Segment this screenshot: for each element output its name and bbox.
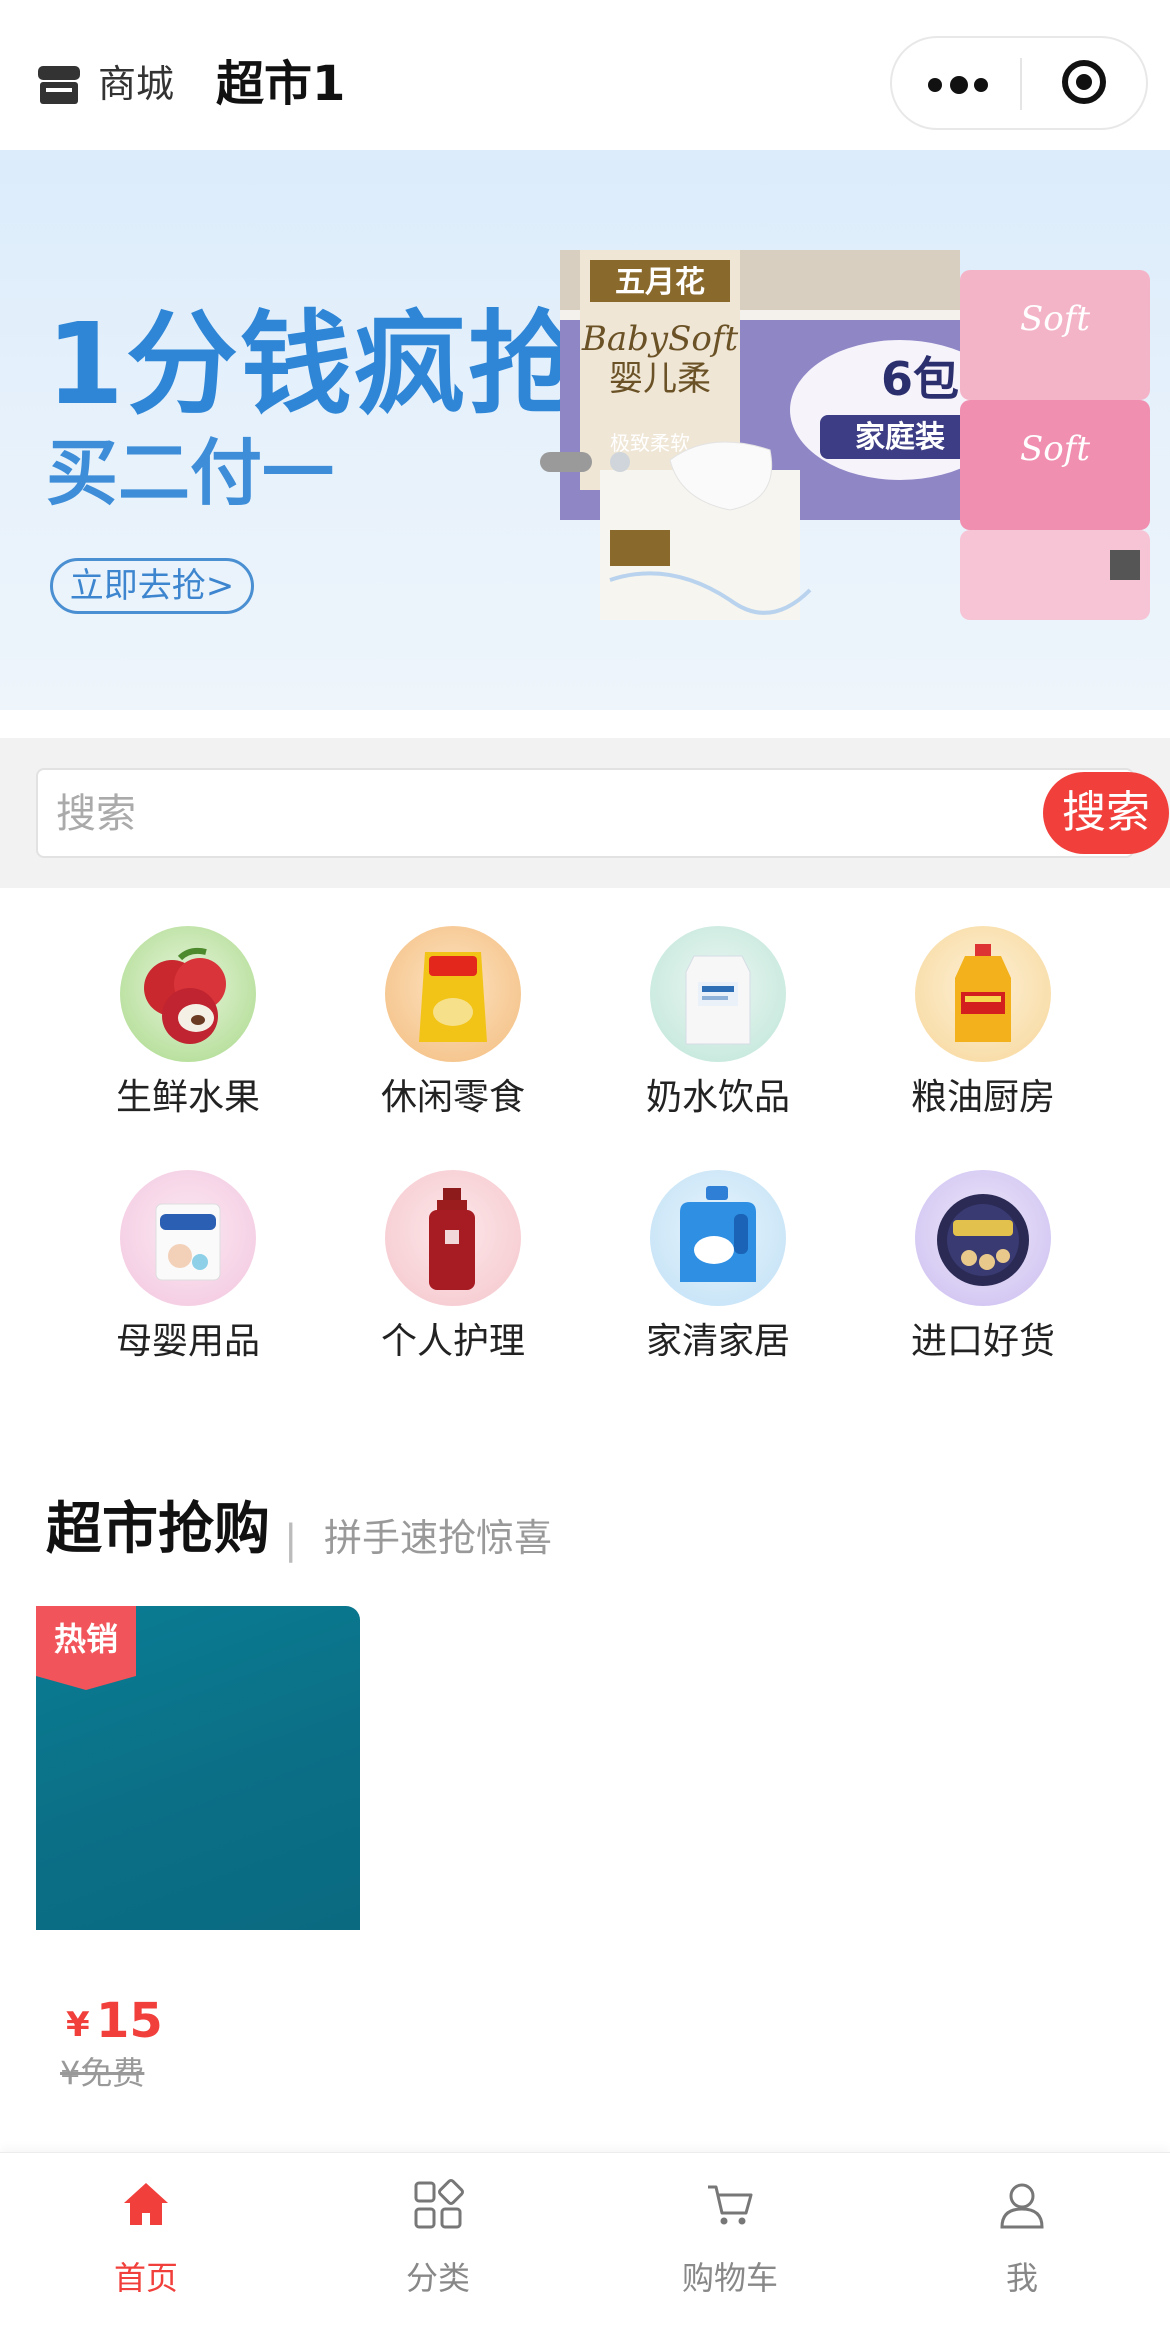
section-title: 超市抢购 — [46, 1497, 270, 1562]
more-dots-icon — [928, 78, 942, 92]
tab-cart[interactable]: 购物车 — [584, 2153, 876, 2331]
oil-bottle-icon — [915, 926, 1051, 1062]
milk-icon — [650, 926, 786, 1062]
category-grid-icon — [414, 2179, 464, 2229]
original-price: ¥免费 — [60, 2054, 145, 2092]
category-personal-care[interactable]: 个人护理 — [333, 1170, 573, 1390]
page-title: 超市1 — [216, 56, 346, 112]
tab-home[interactable]: 首页 — [0, 2153, 292, 2331]
tab-label: 购物车 — [681, 2259, 778, 2297]
pink-brand-1: Soft — [1020, 299, 1090, 339]
category-grain-oil[interactable]: 粮油厨房 — [863, 926, 1103, 1146]
product-price: 15 — [96, 1993, 163, 2049]
home-icon — [124, 2183, 168, 2225]
promo-banner[interactable]: 1分钱疯抢 买二付一 立即去抢> 五月花 BabySoft 婴儿柔 极致柔软 6… — [0, 150, 1170, 710]
cart-icon — [708, 2185, 753, 2225]
banner-cta-button[interactable]: 立即去抢> — [50, 558, 254, 614]
price-currency: ¥ — [66, 2005, 90, 2045]
tissue-product-image: 五月花 BabySoft 婴儿柔 极致柔软 6包 家庭装 Soft Soft — [560, 250, 1150, 620]
carousel-dot-active[interactable] — [540, 452, 592, 472]
tab-category[interactable]: 分类 — [292, 2153, 584, 2331]
search-section: 搜索 — [0, 738, 1170, 888]
category-imported-goods[interactable]: 进口好货 — [863, 1170, 1103, 1390]
category-label: 母婴用品 — [115, 1321, 260, 1362]
pink-brand-2: Soft — [1020, 429, 1090, 469]
category-fresh-fruit[interactable]: 生鲜水果 — [68, 926, 308, 1146]
product-pack: 6包 — [881, 352, 959, 406]
category-label: 休闲零食 — [380, 1077, 525, 1118]
category-label: 家清家居 — [645, 1321, 790, 1362]
product-pack-type: 家庭装 — [855, 420, 945, 455]
search-button[interactable]: 搜索 — [1043, 772, 1169, 854]
tab-label: 首页 — [113, 2259, 178, 2297]
bottom-tab-bar: 首页 分类 购物车 我 — [0, 2152, 1170, 2331]
diaper-icon — [120, 1170, 256, 1306]
mini-program-capsule — [890, 36, 1148, 130]
carousel-dot[interactable] — [610, 452, 630, 472]
product-brand: 五月花 — [615, 265, 705, 300]
shop-label[interactable]: 商城 — [98, 58, 174, 110]
product-series-cn: 婴儿柔 — [609, 359, 711, 399]
shampoo-icon — [385, 1170, 521, 1306]
tab-label: 我 — [1005, 2259, 1038, 2297]
category-label: 奶水饮品 — [645, 1077, 790, 1118]
search-input[interactable] — [54, 780, 1018, 848]
detergent-icon — [650, 1170, 786, 1306]
section-subtitle: 拼手速抢惊喜 — [324, 1516, 553, 1560]
category-snacks[interactable]: 休闲零食 — [333, 926, 573, 1146]
user-icon — [1000, 2183, 1044, 2229]
nav-header: 商城 超市1 — [0, 0, 1170, 150]
product-series: BabySoft — [581, 319, 739, 359]
chips-icon — [385, 926, 521, 1062]
lychee-icon — [120, 926, 256, 1062]
category-label: 进口好货 — [910, 1321, 1055, 1362]
hot-badge-label: 热销 — [53, 1620, 118, 1658]
cookie-tin-icon — [915, 1170, 1051, 1306]
banner-headline: 1分钱疯抢 — [46, 300, 582, 430]
more-button[interactable] — [892, 38, 1020, 128]
category-label: 个人护理 — [380, 1321, 525, 1362]
category-label: 粮油厨房 — [910, 1077, 1055, 1118]
category-mother-baby[interactable]: 母婴用品 — [68, 1170, 308, 1390]
category-milk-drinks[interactable]: 奶水饮品 — [598, 926, 838, 1146]
category-label: 生鲜水果 — [115, 1077, 260, 1118]
search-bar: 搜索 — [36, 768, 1169, 858]
banner-subline: 买二付一 — [46, 431, 335, 515]
section-separator: | — [284, 1517, 298, 1563]
close-button[interactable] — [1022, 38, 1148, 128]
category-home-cleaning[interactable]: 家清家居 — [598, 1170, 838, 1390]
shop-icon[interactable] — [36, 64, 82, 106]
tab-label: 分类 — [405, 2259, 470, 2297]
tab-me[interactable]: 我 — [876, 2153, 1168, 2331]
